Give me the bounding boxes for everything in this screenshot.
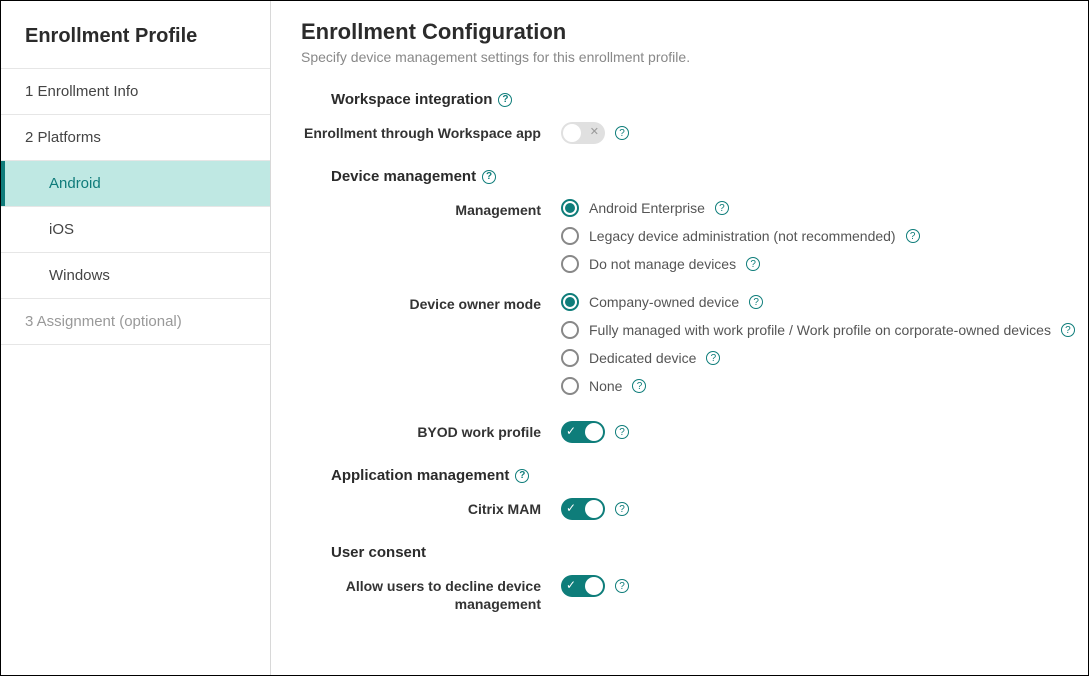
toggle-byod[interactable]: ✓ bbox=[561, 421, 605, 443]
radio-fully-managed[interactable]: Fully managed with work profile / Work p… bbox=[561, 321, 1088, 339]
radio-icon bbox=[561, 349, 579, 367]
help-icon[interactable]: ? bbox=[715, 201, 729, 215]
label-enroll-through-app: Enrollment through Workspace app bbox=[301, 122, 561, 142]
radio-icon bbox=[561, 377, 579, 395]
check-icon: ✓ bbox=[566, 501, 576, 515]
help-icon[interactable]: ? bbox=[706, 351, 720, 365]
help-icon[interactable]: ? bbox=[498, 93, 512, 107]
subnav-android[interactable]: Android bbox=[1, 161, 270, 207]
help-icon[interactable]: ? bbox=[1061, 323, 1075, 337]
radio-icon bbox=[561, 255, 579, 273]
label-byod: BYOD work profile bbox=[301, 421, 561, 441]
radio-company-owned[interactable]: Company-owned device ? bbox=[561, 293, 1088, 311]
help-icon[interactable]: ? bbox=[906, 229, 920, 243]
help-icon[interactable]: ? bbox=[632, 379, 646, 393]
radio-android-enterprise[interactable]: Android Enterprise ? bbox=[561, 199, 1088, 217]
radio-legacy-admin[interactable]: Legacy device administration (not recomm… bbox=[561, 227, 1088, 245]
help-icon[interactable]: ? bbox=[615, 126, 629, 140]
radio-do-not-manage[interactable]: Do not manage devices ? bbox=[561, 255, 1088, 273]
nav-assignment[interactable]: 3 Assignment (optional) bbox=[1, 299, 270, 345]
page-subtitle: Specify device management settings for t… bbox=[301, 49, 1088, 65]
subnav-windows[interactable]: Windows bbox=[1, 253, 270, 299]
help-icon[interactable]: ? bbox=[615, 579, 629, 593]
help-icon[interactable]: ? bbox=[615, 502, 629, 516]
help-icon[interactable]: ? bbox=[749, 295, 763, 309]
section-device-management: Device management ? bbox=[331, 168, 1088, 185]
radio-icon bbox=[561, 227, 579, 245]
radio-dedicated[interactable]: Dedicated device ? bbox=[561, 349, 1088, 367]
section-user-consent: User consent bbox=[331, 544, 1088, 561]
nav-enrollment-info[interactable]: 1 Enrollment Info bbox=[1, 69, 270, 115]
label-allow-decline: Allow users to decline device management bbox=[301, 575, 561, 613]
radio-icon bbox=[561, 199, 579, 217]
check-icon: ✓ bbox=[566, 424, 576, 438]
sidebar-title: Enrollment Profile bbox=[1, 1, 270, 69]
label-owner-mode: Device owner mode bbox=[301, 293, 561, 313]
help-icon[interactable]: ? bbox=[482, 170, 496, 184]
page-title: Enrollment Configuration bbox=[301, 19, 1088, 45]
subnav-ios[interactable]: iOS bbox=[1, 207, 270, 253]
help-icon[interactable]: ? bbox=[515, 469, 529, 483]
main-panel: Enrollment Configuration Specify device … bbox=[271, 1, 1088, 675]
nav-platforms[interactable]: 2 Platforms bbox=[1, 115, 270, 161]
section-app-management: Application management ? bbox=[331, 467, 1088, 484]
label-citrix-mam: Citrix MAM bbox=[301, 498, 561, 518]
help-icon[interactable]: ? bbox=[615, 425, 629, 439]
label-management: Management bbox=[301, 199, 561, 219]
toggle-citrix-mam[interactable]: ✓ bbox=[561, 498, 605, 520]
section-workspace-integration: Workspace integration ? bbox=[331, 91, 1088, 108]
radio-icon bbox=[561, 321, 579, 339]
toggle-enroll-through-app[interactable]: ✕ bbox=[561, 122, 605, 144]
sidebar: Enrollment Profile 1 Enrollment Info 2 P… bbox=[1, 1, 271, 675]
help-icon[interactable]: ? bbox=[746, 257, 760, 271]
radio-none[interactable]: None ? bbox=[561, 377, 1088, 395]
check-icon: ✓ bbox=[566, 578, 576, 592]
toggle-allow-decline[interactable]: ✓ bbox=[561, 575, 605, 597]
x-icon: ✕ bbox=[590, 125, 599, 138]
radio-icon bbox=[561, 293, 579, 311]
